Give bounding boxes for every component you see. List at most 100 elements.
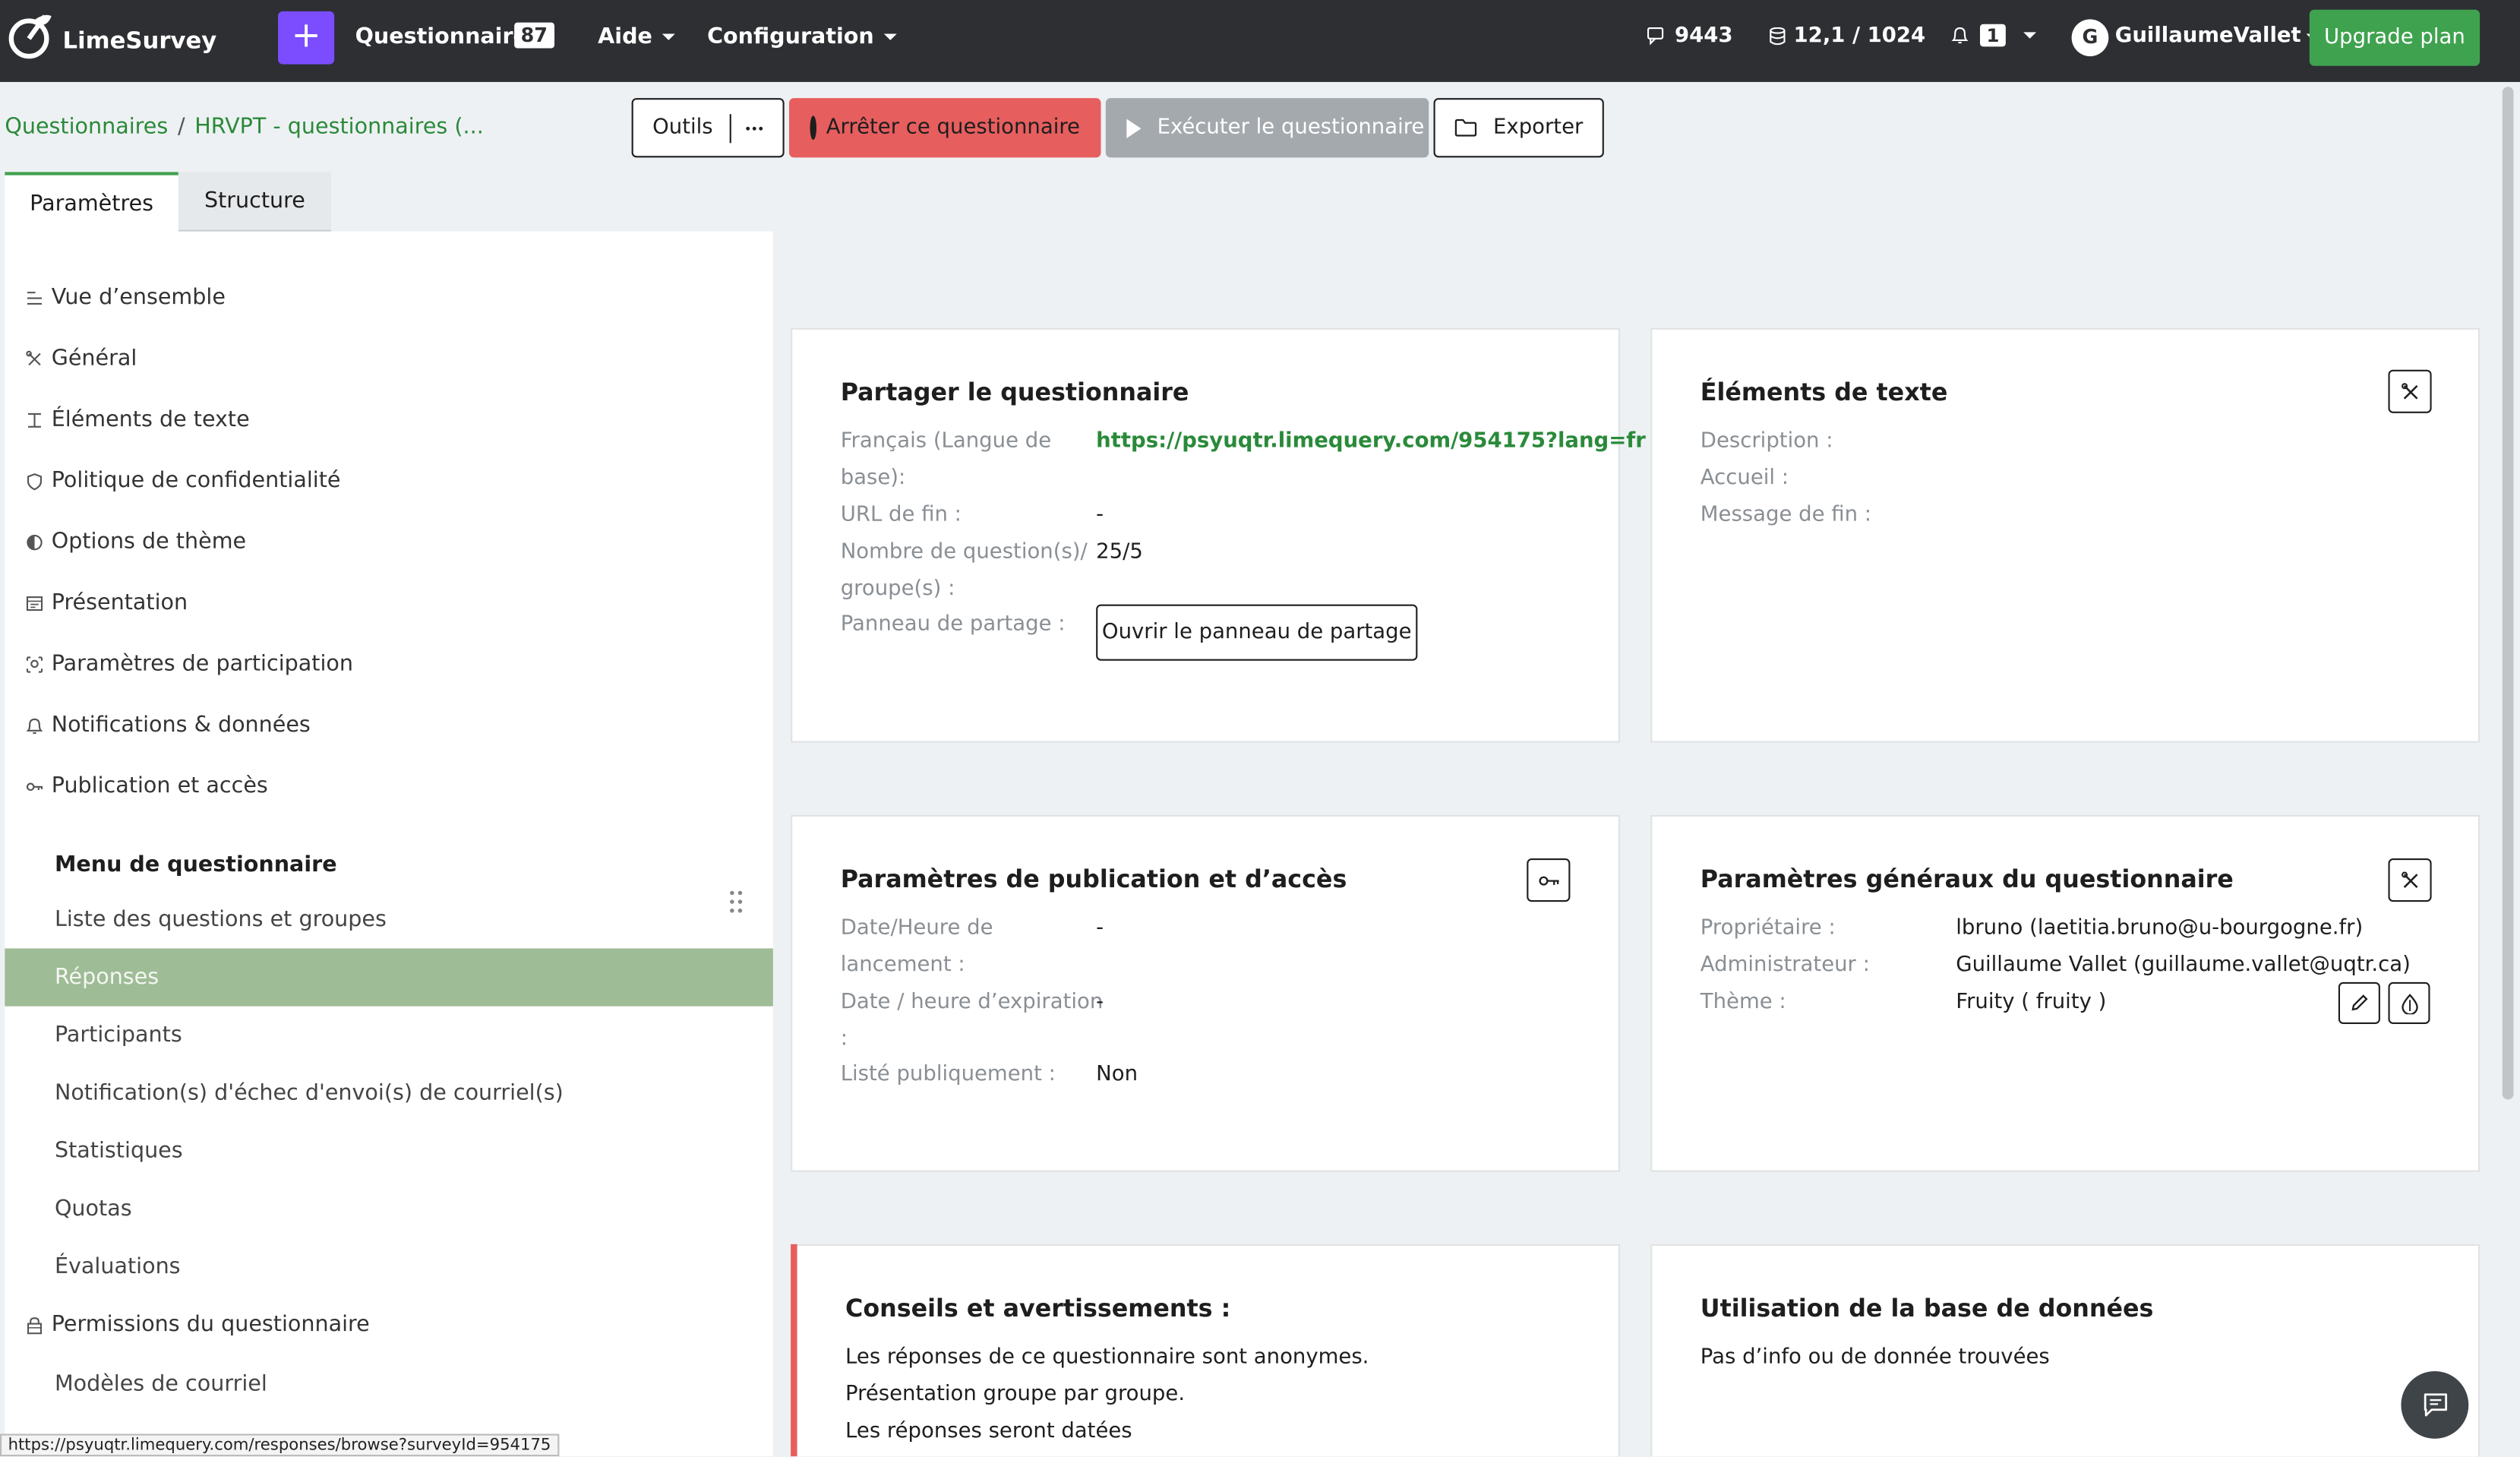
bell-icon: [26, 717, 43, 733]
sidebar-item-statistics[interactable]: Statistiques: [55, 1138, 183, 1164]
lock-icon: [27, 1316, 43, 1334]
stop-icon: [810, 115, 826, 141]
share-card-title: Partager le questionnaire: [840, 378, 1189, 407]
tab-parametres[interactable]: Paramètres: [5, 172, 178, 232]
chat-bubbles-icon: [1647, 27, 1664, 46]
sidebar-item-theme-options[interactable]: Options de thème: [26, 529, 246, 555]
avatar[interactable]: G: [2071, 19, 2109, 57]
page-scrollbar[interactable]: [2502, 87, 2514, 1100]
share-panel-label: Panneau de partage :: [840, 612, 1066, 637]
tools-button[interactable]: Outils: [631, 98, 785, 158]
chat-icon: [2423, 1393, 2446, 1417]
public-listing-value: Non: [1096, 1062, 1138, 1087]
pencil-icon: [2351, 994, 2368, 1011]
database-icon: [1770, 27, 1786, 46]
theme-value: Fruity ( fruity ): [1956, 990, 2107, 1015]
warnings-card-title: Conseils et avertissements :: [845, 1294, 1231, 1323]
survey-url-link[interactable]: https://psyuqtr.limequery.com/954175?lan…: [1096, 423, 1646, 460]
sidebar-item-overview[interactable]: Vue d’ensemble: [26, 285, 226, 310]
bell-icon: [1951, 27, 1969, 44]
edit-text-elements-button[interactable]: [2388, 369, 2432, 413]
sidebar-item-label: Général: [51, 345, 137, 371]
sidebar-item-text-elements[interactable]: Éléments de texte: [26, 406, 250, 432]
warning-line-2: Présentation groupe par groupe.: [845, 1382, 1186, 1407]
open-share-panel-button[interactable]: Ouvrir le panneau de partage: [1096, 604, 1418, 661]
sidebar-item-assessments[interactable]: Évaluations: [55, 1254, 181, 1280]
sidebar-item-email-bounce[interactable]: Notification(s) d'échec d'envoi(s) de co…: [55, 1080, 564, 1106]
breadcrumb-current-survey[interactable]: HRVPT - questionnaires (...: [194, 114, 483, 140]
sidebar-item-label: Paramètres de participation: [51, 651, 354, 677]
chevron-down-icon: [883, 33, 897, 40]
drag-handle-icon[interactable]: [728, 889, 744, 915]
logo-text: LimeSurvey: [62, 29, 217, 55]
warning-line-1: Les réponses de ce questionnaire sont an…: [845, 1345, 1369, 1370]
responses-stat[interactable]: 9443: [1647, 24, 1733, 48]
language-label-line1: Français (Langue de: [840, 428, 1052, 454]
public-listing-label: Listé publiquement :: [840, 1062, 1056, 1087]
tools-icon: [26, 349, 41, 365]
sidebar-item-label: Notifications & données: [51, 712, 311, 738]
expiry-date-label-line1: Date / heure d’expiration: [840, 990, 1104, 1015]
contrast-icon: [27, 533, 43, 550]
language-label-line2: base):: [840, 466, 906, 491]
general-settings-card-title: Paramètres généraux du questionnaire: [1700, 864, 2234, 894]
sidebar-item-question-list[interactable]: Liste des questions et groupes: [55, 906, 387, 932]
sidebar-item-quotas[interactable]: Quotas: [55, 1196, 132, 1222]
tools-icon: [2400, 382, 2417, 399]
sidebar-item-privacy-policy[interactable]: Politique de confidentialité: [26, 468, 341, 494]
breadcrumb-questionnaires[interactable]: Questionnaires: [5, 114, 168, 140]
text-icon: [28, 412, 41, 427]
administrator-value: Guillaume Vallet (guillaume.vallet@uqtr.…: [1956, 953, 2411, 978]
sidebar-item-label: Publication et accès: [51, 773, 268, 799]
sidebar-item-notifications-data[interactable]: Notifications & données: [26, 712, 311, 738]
notifications-count-badge: 1: [1980, 24, 2006, 47]
export-button[interactable]: Exporter: [1433, 98, 1604, 158]
start-date-label-line2: lancement :: [840, 953, 965, 978]
nav-configuration-label: Configuration: [707, 24, 874, 50]
share-card: Partager le questionnaire Français (Lang…: [791, 327, 1646, 743]
sidebar-item-survey-permissions[interactable]: Permissions du questionnaire: [26, 1312, 370, 1338]
upgrade-plan-button[interactable]: Upgrade plan: [2309, 9, 2481, 66]
tools-divider: [728, 113, 731, 143]
edit-general-settings-button[interactable]: [2388, 858, 2432, 902]
sidebar-item-responses[interactable]: Réponses: [55, 965, 159, 991]
nav-help[interactable]: Aide: [598, 24, 675, 50]
survey-menu-heading: Menu de questionnaire: [54, 852, 337, 878]
create-button[interactable]: +: [278, 11, 335, 65]
nav-configuration[interactable]: Configuration: [707, 24, 897, 50]
sidebar-item-participation-settings[interactable]: Paramètres de participation: [26, 651, 353, 677]
owner-label: Propriétaire :: [1700, 916, 1836, 940]
storage-stat[interactable]: 12,1 / 1024: [1770, 24, 1925, 48]
user-menu[interactable]: GuillaumeVallet: [2115, 24, 2319, 48]
run-survey-button[interactable]: Exécuter le questionnaire: [1105, 98, 1429, 158]
edit-publication-button[interactable]: [1527, 858, 1571, 902]
limesurvey-logo[interactable]: LimeSurvey: [6, 10, 216, 62]
sidebar-item-general[interactable]: Général: [26, 346, 137, 371]
stop-survey-button[interactable]: Arrêter ce questionnaire: [788, 98, 1101, 158]
sidebar: Vue d’ensemble Général Éléments de texte…: [5, 231, 773, 1457]
sidebar-item-participants[interactable]: Participants: [55, 1022, 182, 1048]
expiry-date-label-line2: :: [840, 1027, 848, 1051]
chevron-down-icon: [2023, 32, 2037, 39]
tab-structure[interactable]: Structure: [178, 172, 331, 232]
theme-label: Thème :: [1700, 990, 1786, 1015]
more-dots-icon: [746, 125, 763, 130]
sidebar-item-label: Éléments de texte: [51, 406, 250, 433]
sidebar-item-email-templates[interactable]: Modèles de courriel: [55, 1371, 267, 1397]
sidebar-item-label: Permissions du questionnaire: [51, 1311, 370, 1338]
sidebar-item-presentation[interactable]: Présentation: [26, 590, 188, 615]
administrator-label: Administrateur :: [1700, 953, 1870, 978]
question-count-label-line2: groupe(s) :: [840, 577, 955, 602]
status-bar-url: https://psyuqtr.limequery.com/responses/…: [0, 1433, 559, 1457]
shield-icon: [27, 472, 43, 490]
feedback-chat-button[interactable]: [2401, 1371, 2469, 1439]
text-elements-card: Éléments de texte Description : Accueil …: [1650, 327, 2481, 743]
publication-card: Paramètres de publication et d’accès Dat…: [791, 814, 1620, 1172]
end-message-label: Message de fin :: [1700, 503, 1872, 528]
edit-theme-button[interactable]: [2338, 981, 2380, 1024]
breadcrumb: Questionnaires / HRVPT - questionnaires (.…: [5, 114, 483, 140]
sidebar-item-publication-access[interactable]: Publication et accès: [26, 773, 268, 799]
notifications-menu[interactable]: 1: [1951, 24, 2037, 47]
nav-questionnaires[interactable]: Questionnaires: [355, 24, 541, 50]
theme-options-button[interactable]: [2388, 981, 2430, 1024]
